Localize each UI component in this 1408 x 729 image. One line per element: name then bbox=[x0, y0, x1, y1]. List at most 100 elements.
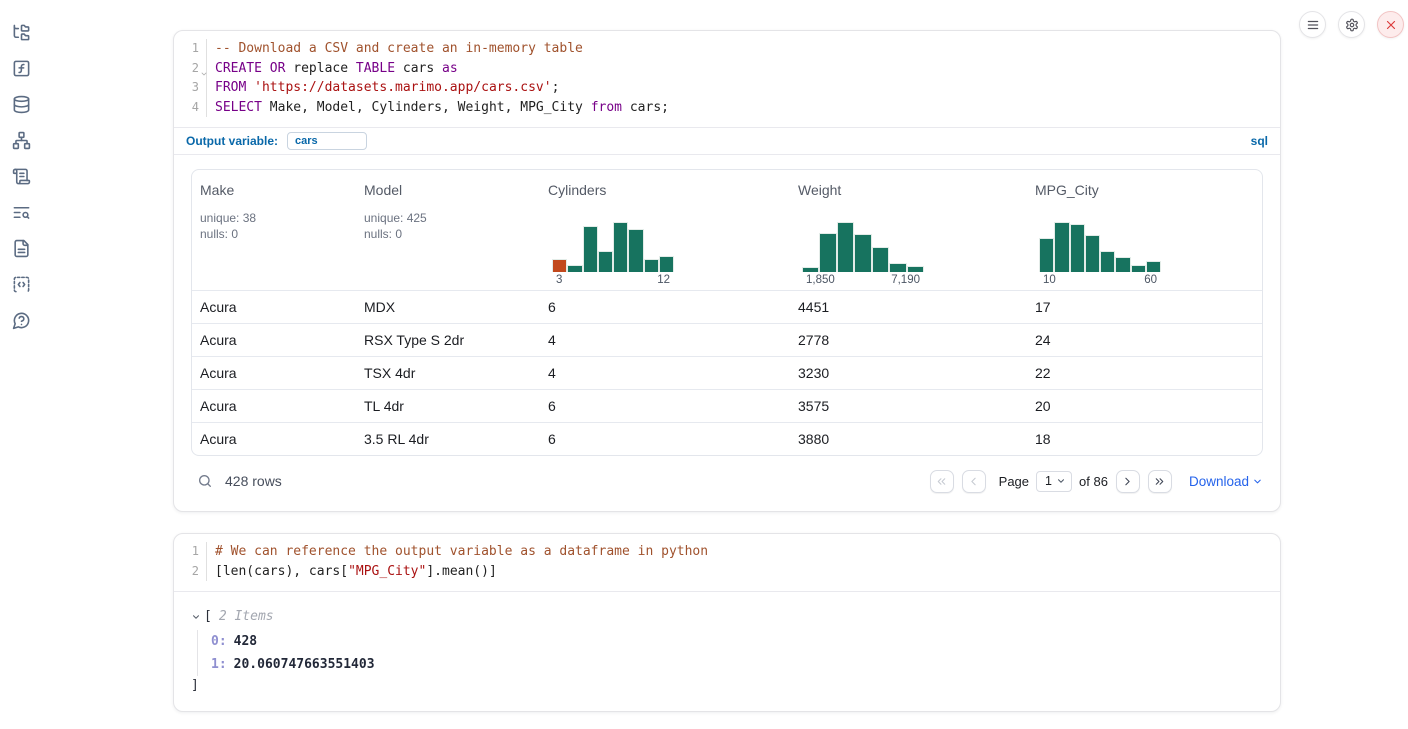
outline-icon[interactable] bbox=[0, 158, 42, 194]
line-number: 2 bbox=[174, 562, 207, 582]
chevron-right-icon bbox=[1121, 475, 1134, 488]
hist-bar bbox=[1070, 224, 1085, 272]
hist-bar bbox=[1115, 257, 1130, 272]
hist-bar bbox=[1131, 265, 1146, 272]
output-variable-label: Output variable: bbox=[186, 134, 278, 148]
output-variable-input[interactable] bbox=[287, 132, 367, 150]
table-footer: 428 rows Page 1 of 86 bbox=[191, 468, 1263, 494]
row-count: 428 rows bbox=[225, 473, 282, 489]
help-icon[interactable] bbox=[0, 302, 42, 338]
last-page-button[interactable] bbox=[1148, 470, 1172, 493]
sql-cell-output: Make unique: 38nulls: 0 Model unique: 425nu… bbox=[174, 154, 1280, 494]
table-cell: 3575 bbox=[790, 398, 1027, 414]
page-select-value: 1 bbox=[1045, 474, 1052, 488]
table-cell: 18 bbox=[1027, 431, 1262, 447]
chevron-down-icon bbox=[1252, 476, 1263, 487]
table-header: Make unique: 38nulls: 0 Model unique: 425nu… bbox=[192, 170, 1262, 290]
line-number: 4 bbox=[174, 98, 207, 118]
table-cell: RSX Type S 2dr bbox=[356, 332, 540, 348]
logs-icon[interactable] bbox=[0, 194, 42, 230]
snippets-icon[interactable] bbox=[0, 266, 42, 302]
column-header-model[interactable]: Model unique: 425nulls: 0 bbox=[356, 182, 540, 290]
menu-button[interactable] bbox=[1299, 11, 1326, 38]
hist-bar bbox=[872, 247, 889, 272]
language-badge: sql bbox=[1251, 134, 1268, 148]
hist-axis-labels: 312 bbox=[552, 274, 674, 290]
table-cell: 22 bbox=[1027, 365, 1262, 381]
search-icon bbox=[197, 473, 213, 489]
table-cell: Acura bbox=[192, 431, 356, 447]
hist-bar bbox=[613, 222, 628, 272]
shutdown-close-icon bbox=[1384, 18, 1398, 32]
table-row[interactable]: AcuraMDX6445117 bbox=[192, 290, 1262, 323]
search-button[interactable] bbox=[197, 473, 213, 489]
documentation-icon[interactable] bbox=[0, 230, 42, 266]
column-header-make[interactable]: Make unique: 38nulls: 0 bbox=[192, 182, 356, 290]
hist-bar bbox=[552, 259, 567, 272]
chevrons-left-icon bbox=[935, 475, 948, 488]
tree-entry-key: 1: bbox=[211, 657, 227, 672]
variables-icon[interactable] bbox=[0, 50, 42, 86]
tree-entry-value: 20.060747663551403 bbox=[234, 657, 375, 672]
table-row[interactable]: AcuraTSX 4dr4323022 bbox=[192, 356, 1262, 389]
hist-bar bbox=[1054, 222, 1069, 272]
python-cell: 1# We can reference the output variable … bbox=[173, 533, 1281, 712]
sql-code-editor[interactable]: 1-- Download a CSV and create an in-memo… bbox=[174, 31, 1280, 127]
hist-bar bbox=[644, 259, 659, 272]
python-code-editor[interactable]: 1# We can reference the output variable … bbox=[174, 534, 1280, 591]
code-line: 4SELECT Make, Model, Cylinders, Weight, … bbox=[174, 98, 1280, 118]
table-row[interactable]: AcuraRSX Type S 2dr4277824 bbox=[192, 323, 1262, 356]
page-total-label: of 86 bbox=[1079, 474, 1108, 489]
column-header-cylinders[interactable]: Cylinders312 bbox=[540, 182, 790, 290]
column-title: Model bbox=[364, 182, 532, 198]
collapse-chevron-icon[interactable] bbox=[191, 612, 201, 622]
tree-body: 0:4281:20.060747663551403 bbox=[197, 630, 1263, 676]
code-line: 1-- Download a CSV and create an in-memo… bbox=[174, 39, 1280, 59]
table-cell: 6 bbox=[540, 299, 790, 315]
sql-cell: 1-- Download a CSV and create an in-memo… bbox=[173, 30, 1281, 512]
prev-page-button[interactable] bbox=[962, 470, 986, 493]
code-text: FROM 'https://datasets.marimo.app/cars.c… bbox=[207, 78, 559, 98]
table-cell: 3.5 RL 4dr bbox=[356, 431, 540, 447]
download-button[interactable]: Download bbox=[1189, 474, 1263, 489]
datasources-icon[interactable] bbox=[0, 86, 42, 122]
table-cell: Acura bbox=[192, 299, 356, 315]
download-label: Download bbox=[1189, 474, 1249, 489]
column-header-mpg_city[interactable]: MPG_City1060 bbox=[1027, 182, 1262, 290]
pagination: Page 1 of 86 Download bbox=[922, 470, 1263, 493]
code-text: [len(cars), cars["MPG_City"].mean()] bbox=[207, 562, 497, 582]
hist-bar bbox=[837, 222, 854, 272]
chevrons-right-icon bbox=[1153, 475, 1166, 488]
column-title: Make bbox=[200, 182, 348, 198]
dependency-graph-icon[interactable] bbox=[0, 122, 42, 158]
code-text: # We can reference the output variable a… bbox=[207, 542, 708, 562]
line-number: 1 bbox=[174, 39, 207, 59]
page-select[interactable]: 1 bbox=[1036, 471, 1072, 492]
table-row[interactable]: AcuraTL 4dr6357520 bbox=[192, 389, 1262, 422]
next-page-button[interactable] bbox=[1116, 470, 1140, 493]
table-cell: 6 bbox=[540, 431, 790, 447]
table-cell: 4 bbox=[540, 365, 790, 381]
file-explorer-icon[interactable] bbox=[0, 14, 42, 50]
tree-entry: 1: 20.060747663551403 bbox=[211, 653, 1263, 676]
table-cell: 20 bbox=[1027, 398, 1262, 414]
first-page-button[interactable] bbox=[930, 470, 954, 493]
hist-bar bbox=[659, 256, 674, 272]
table-cell: TSX 4dr bbox=[356, 365, 540, 381]
line-number: 2 bbox=[174, 59, 207, 79]
column-stats: unique: 425nulls: 0 bbox=[364, 210, 532, 242]
table-cell: 17 bbox=[1027, 299, 1262, 315]
hist-bar bbox=[628, 229, 643, 272]
hist-bar bbox=[598, 251, 613, 272]
column-stats: unique: 38nulls: 0 bbox=[200, 210, 348, 242]
hist-bar bbox=[567, 265, 582, 272]
settings-button[interactable] bbox=[1338, 11, 1365, 38]
chevron-down-icon bbox=[1056, 476, 1066, 486]
column-header-weight[interactable]: Weight1,8507,190 bbox=[790, 182, 1027, 290]
shutdown-button[interactable] bbox=[1377, 11, 1404, 38]
table-row[interactable]: Acura3.5 RL 4dr6388018 bbox=[192, 422, 1262, 455]
code-line: 2CREATE OR replace TABLE cars as bbox=[174, 59, 1280, 79]
hist-bar bbox=[583, 226, 598, 272]
code-line: 1# We can reference the output variable … bbox=[174, 542, 1280, 562]
code-text: SELECT Make, Model, Cylinders, Weight, M… bbox=[207, 98, 669, 118]
